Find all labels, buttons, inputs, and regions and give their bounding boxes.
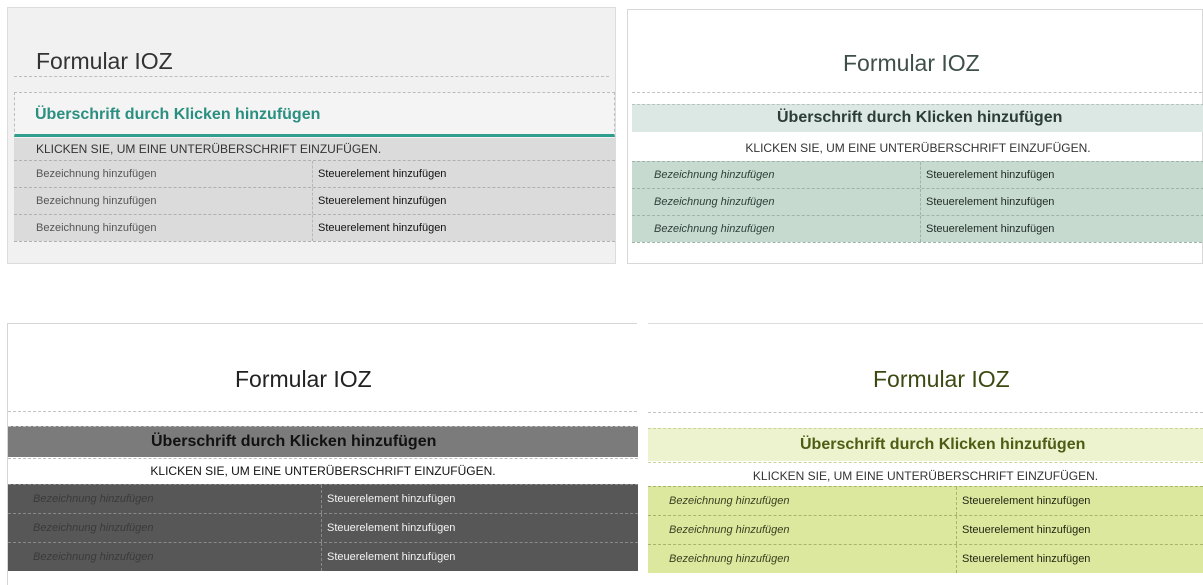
divider (632, 92, 1202, 93)
form-preview-grey[interactable]: Formular IOZ Überschrift durch Klicken h… (7, 7, 616, 264)
form-preview-dark[interactable]: Formular IOZ Überschrift durch Klicken h… (7, 323, 638, 585)
form-row: Bezeichnung hinzufügen Steuerelement hin… (14, 160, 615, 187)
field-label[interactable]: Bezeichnung hinzufügen (33, 493, 153, 505)
form-title[interactable]: Formular IOZ (873, 366, 1010, 393)
field-control[interactable]: Steuerelement hinzufügen (962, 524, 1090, 536)
field-control[interactable]: Steuerelement hinzufügen (926, 169, 1054, 181)
form-row: Bezeichnung hinzufügen Steuerelement hin… (14, 214, 615, 241)
form-preview-olive[interactable]: Formular IOZ Überschrift durch Klicken h… (648, 323, 1203, 585)
form-title[interactable]: Formular IOZ (36, 48, 173, 75)
form-row: Bezeichnung hinzufügen Steuerelement hin… (8, 542, 638, 571)
column-divider (920, 189, 921, 215)
divider (14, 241, 615, 242)
column-divider (920, 216, 921, 242)
section-subheading[interactable]: KLICKEN SIE, UM EINE UNTERÜBERSCHRIFT EI… (8, 458, 638, 483)
column-divider (321, 485, 322, 513)
form-row: Bezeichnung hinzufügen Steuerelement hin… (632, 161, 1203, 188)
column-divider (312, 161, 313, 187)
form-row: Bezeichnung hinzufügen Steuerelement hin… (8, 484, 638, 513)
heading-section[interactable]: Überschrift durch Klicken hinzufügen (632, 104, 1203, 132)
field-label[interactable]: Bezeichnung hinzufügen (33, 551, 153, 563)
form-row: Bezeichnung hinzufügen Steuerelement hin… (14, 187, 615, 214)
field-label[interactable]: Bezeichnung hinzufügen (669, 524, 789, 536)
field-control[interactable]: Steuerelement hinzufügen (962, 495, 1090, 507)
heading-section[interactable]: Überschrift durch Klicken hinzufügen (648, 428, 1203, 461)
field-label[interactable]: Bezeichnung hinzufügen (36, 168, 156, 180)
field-control[interactable]: Steuerelement hinzufügen (327, 493, 455, 505)
field-label[interactable]: Bezeichnung hinzufügen (669, 553, 789, 565)
section-subheading[interactable]: KLICKEN SIE, UM EINE UNTERÜBERSCHRIFT EI… (14, 138, 615, 160)
form-title[interactable]: Formular IOZ (235, 366, 372, 393)
section-heading[interactable]: Überschrift durch Klicken hinzufügen (777, 109, 1062, 127)
section-subheading[interactable]: KLICKEN SIE, UM EINE UNTERÜBERSCHRIFT EI… (632, 135, 1203, 161)
divider (632, 242, 1202, 243)
column-divider (956, 545, 957, 573)
field-control[interactable]: Steuerelement hinzufügen (962, 553, 1090, 565)
form-row: Bezeichnung hinzufügen Steuerelement hin… (648, 544, 1203, 573)
column-divider (321, 543, 322, 571)
form-row: Bezeichnung hinzufügen Steuerelement hin… (8, 513, 638, 542)
field-label[interactable]: Bezeichnung hinzufügen (36, 222, 156, 234)
form-row: Bezeichnung hinzufügen Steuerelement hin… (632, 215, 1203, 242)
column-divider (312, 215, 313, 241)
field-control[interactable]: Steuerelement hinzufügen (926, 223, 1054, 235)
heading-section[interactable]: Überschrift durch Klicken hinzufügen (14, 92, 615, 137)
field-control[interactable]: Steuerelement hinzufügen (318, 222, 446, 234)
divider (8, 411, 637, 412)
field-label[interactable]: Bezeichnung hinzufügen (36, 195, 156, 207)
form-row: Bezeichnung hinzufügen Steuerelement hin… (648, 515, 1203, 544)
column-divider (312, 188, 313, 214)
divider (14, 76, 609, 77)
divider (648, 412, 1203, 413)
form-row: Bezeichnung hinzufügen Steuerelement hin… (648, 486, 1203, 515)
field-control[interactable]: Steuerelement hinzufügen (327, 522, 455, 534)
column-divider (920, 162, 921, 188)
column-divider (321, 514, 322, 542)
field-label[interactable]: Bezeichnung hinzufügen (654, 223, 774, 235)
form-preview-sage[interactable]: Formular IOZ Überschrift durch Klicken h… (627, 9, 1203, 264)
field-control[interactable]: Steuerelement hinzufügen (926, 196, 1054, 208)
section-heading[interactable]: Überschrift durch Klicken hinzufügen (800, 436, 1085, 454)
section-heading[interactable]: Überschrift durch Klicken hinzufügen (151, 433, 436, 451)
field-label[interactable]: Bezeichnung hinzufügen (654, 169, 774, 181)
column-divider (956, 516, 957, 544)
heading-section[interactable]: Überschrift durch Klicken hinzufügen (8, 426, 638, 457)
field-control[interactable]: Steuerelement hinzufügen (327, 551, 455, 563)
section-heading[interactable]: Überschrift durch Klicken hinzufügen (35, 106, 320, 124)
field-label[interactable]: Bezeichnung hinzufügen (654, 196, 774, 208)
form-row: Bezeichnung hinzufügen Steuerelement hin… (632, 188, 1203, 215)
field-control[interactable]: Steuerelement hinzufügen (318, 195, 446, 207)
section-subheading[interactable]: KLICKEN SIE, UM EINE UNTERÜBERSCHRIFT EI… (648, 462, 1203, 488)
field-label[interactable]: Bezeichnung hinzufügen (669, 495, 789, 507)
form-title[interactable]: Formular IOZ (843, 50, 980, 77)
field-control[interactable]: Steuerelement hinzufügen (318, 168, 446, 180)
field-label[interactable]: Bezeichnung hinzufügen (33, 522, 153, 534)
column-divider (956, 487, 957, 515)
